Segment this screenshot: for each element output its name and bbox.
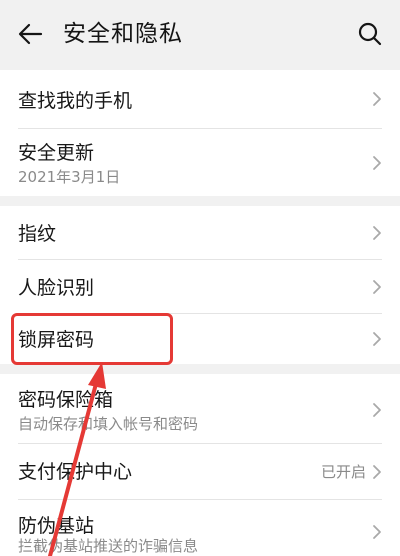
item-subtitle: 2021年3月1日 [18, 168, 121, 186]
item-label: 指纹 [18, 223, 57, 245]
list-item-fingerprint[interactable]: 指纹 [0, 206, 400, 258]
back-button[interactable] [14, 18, 46, 50]
settings-group-3: 密码保险箱 自动保存和填入帐号和密码 支付保护中心 已开启 防伪基站 拦截伪基站… [0, 374, 400, 556]
item-label: 查找我的手机 [18, 90, 133, 112]
item-label: 密码保险箱 [18, 389, 114, 411]
chevron-right-icon [373, 465, 381, 479]
list-item-payment-protection[interactable]: 支付保护中心 已开启 [0, 444, 400, 498]
settings-group-1: 查找我的手机 安全更新 2021年3月1日 [0, 70, 400, 196]
highlight-box [11, 313, 173, 365]
chevron-right-icon [373, 156, 381, 170]
list-item-find-my-phone[interactable]: 查找我的手机 [0, 70, 400, 128]
page-title: 安全和隐私 [63, 21, 183, 47]
list-item-password-vault[interactable]: 密码保险箱 自动保存和填入帐号和密码 [0, 374, 400, 442]
top-bar: 安全和隐私 [0, 0, 400, 68]
item-label: 防伪基站 [18, 515, 95, 537]
chevron-right-icon [373, 92, 381, 106]
item-label: 支付保护中心 [18, 461, 133, 483]
search-button[interactable] [354, 18, 386, 50]
chevron-right-icon [373, 280, 381, 294]
chevron-right-icon [373, 226, 381, 240]
back-arrow-icon [18, 23, 43, 45]
chevron-right-icon [373, 332, 381, 346]
list-item-face-recognition[interactable]: 人脸识别 [0, 260, 400, 312]
list-item-fake-base-station[interactable]: 防伪基站 拦截伪基站推送的诈骗信息 [0, 500, 400, 556]
status-text: 已开启 [320, 463, 366, 481]
item-subtitle: 自动保存和填入帐号和密码 [18, 415, 199, 433]
item-subtitle: 拦截伪基站推送的诈骗信息 [18, 537, 199, 555]
search-icon [358, 22, 382, 46]
item-label: 安全更新 [18, 142, 95, 164]
item-label: 人脸识别 [18, 277, 95, 299]
list-item-security-update[interactable]: 安全更新 2021年3月1日 [0, 129, 400, 196]
chevron-right-icon [373, 525, 381, 539]
chevron-right-icon [373, 403, 381, 417]
